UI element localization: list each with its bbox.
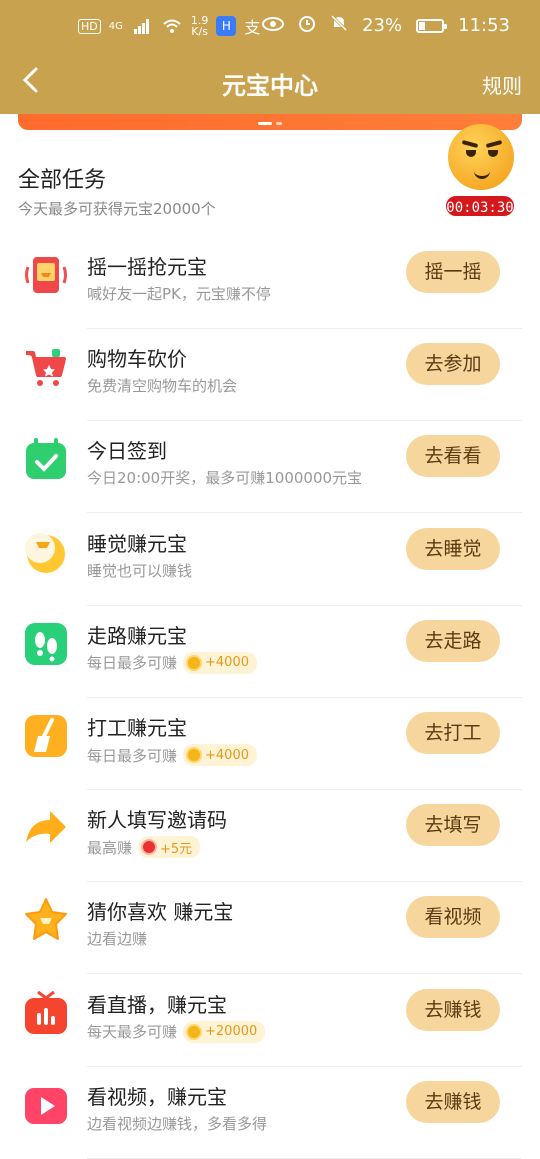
reward-amount: +4000	[205, 747, 249, 763]
reward-amount: +4000	[205, 655, 249, 671]
status-bar: HD 4G 1.9 K/s H 支 23% 11:53	[0, 0, 540, 52]
task-action-button[interactable]: 摇一摇	[406, 251, 500, 293]
task-row: 猜你喜欢 赚元宝边看边赚 看视频	[0, 882, 540, 975]
share-arrow-icon	[22, 804, 70, 852]
moon-icon	[22, 528, 70, 576]
reward-amount: +5元	[160, 841, 193, 857]
top-bar: 元宝中心 规则	[0, 52, 540, 114]
coin-icon	[186, 747, 203, 763]
task-name: 摇一摇抢元宝	[87, 255, 207, 279]
task-action-button[interactable]: 去赚钱	[406, 1080, 500, 1123]
mute-icon	[330, 14, 348, 37]
task-name: 睡觉赚元宝	[87, 531, 187, 556]
task-description-text: 每日最多可赚	[87, 746, 178, 765]
coin-icon	[186, 654, 203, 671]
eye-icon	[262, 15, 285, 36]
rules-link[interactable]: 规则	[482, 70, 522, 99]
video-play-icon	[22, 1081, 70, 1129]
task-description-text: 免费清空购物车的机会	[87, 377, 238, 396]
wifi-icon	[161, 15, 183, 37]
task-action-button[interactable]: 去走路	[406, 619, 500, 662]
tasks-subtitle: 今天最多可获得元宝20000个	[18, 200, 216, 218]
task-name: 今日签到	[87, 439, 167, 464]
tasks-title: 全部任务	[18, 168, 107, 193]
hd-indicator: HD	[78, 18, 101, 34]
task-action-button[interactable]: 看视频	[406, 896, 500, 939]
task-name: 走路赚元宝	[87, 623, 187, 648]
task-action-button[interactable]: 去看看	[406, 435, 500, 478]
reward-badge: +4000	[183, 651, 257, 674]
reward-amount: +20000	[205, 1024, 258, 1040]
smirk-emoji-icon	[448, 124, 514, 190]
task-description-text: 睡觉也可以赚钱	[87, 561, 193, 580]
footprints-icon	[22, 620, 70, 668]
network-speed: 1.9 K/s	[191, 15, 209, 37]
task-row: 购物车砍价免费清空购物车的机会 去参加	[0, 329, 540, 422]
task-row: 摇一摇抢元宝喊好友一起PK，元宝赚不停 摇一摇	[0, 237, 540, 329]
clock: 11:53	[458, 15, 510, 36]
star-icon	[22, 896, 70, 944]
task-description: 喊好友一起PK，元宝赚不停	[87, 283, 271, 304]
reward-badge: +5元	[138, 836, 201, 859]
task-row: 走路赚元宝每日最多可赚 +4000 去走路	[0, 606, 540, 698]
battery-icon	[416, 18, 448, 33]
task-description: 每天最多可赚 +20000	[87, 1020, 266, 1043]
task-description-text: 每天最多可赚	[87, 1023, 178, 1042]
task-description: 每日最多可赚 +4000	[87, 651, 257, 674]
task-description-text: 喊好友一起PK，元宝赚不停	[87, 285, 271, 303]
task-description: 今日20:00开奖，最多可赚1000000元宝	[87, 467, 362, 488]
live-tv-icon	[22, 989, 70, 1037]
task-action-button[interactable]: 去赚钱	[406, 988, 500, 1031]
battery-percent: 23%	[362, 15, 403, 36]
alipay-icon: 支	[244, 18, 261, 37]
task-description: 边看边赚	[87, 928, 147, 949]
task-name: 猜你喜欢 赚元宝	[87, 900, 234, 925]
task-description-text: 最高赚	[87, 838, 133, 857]
task-row: 新人填写邀请码最高赚 +5元 去填写	[0, 790, 540, 883]
task-description: 睡觉也可以赚钱	[87, 560, 192, 581]
task-name: 打工赚元宝	[87, 716, 187, 740]
page-title: 元宝中心	[222, 72, 318, 100]
task-action-button[interactable]: 去填写	[406, 804, 500, 847]
task-name: 新人填写邀请码	[87, 808, 227, 833]
task-description-text: 边看边赚	[87, 930, 148, 949]
status-right: 23% 11:53	[262, 14, 510, 37]
task-name: 看直播，赚元宝	[87, 992, 227, 1017]
app-notification-icon: H	[216, 16, 237, 36]
reward-badge: +4000	[183, 744, 257, 766]
reward-badge: +20000	[183, 1020, 266, 1043]
broom-icon	[22, 712, 70, 760]
task-description: 边看视频边赚钱，多看多得	[87, 1113, 267, 1134]
network-type: 4G	[108, 20, 123, 32]
task-name: 购物车砍价	[87, 347, 187, 372]
signal-icon	[131, 15, 153, 37]
floating-timer-badge[interactable]: 00:03:30	[442, 122, 520, 220]
task-row: 看直播，赚元宝每天最多可赚 +20000 去赚钱	[0, 975, 540, 1067]
task-row: 睡觉赚元宝睡觉也可以赚钱 去睡觉	[0, 514, 540, 606]
task-description-text: 边看视频边赚钱，多看多得	[87, 1114, 268, 1133]
task-description: 免费清空购物车的机会	[87, 375, 237, 396]
task-description: 最高赚 +5元	[87, 836, 201, 859]
task-row: 打工赚元宝每日最多可赚 +4000 去打工	[0, 698, 540, 790]
coin-icon	[186, 1023, 203, 1040]
task-row: 看视频，赚元宝边看视频边赚钱，多看多得 去赚钱	[0, 1067, 540, 1159]
countdown-timer: 00:03:30	[444, 194, 516, 218]
status-left: HD 4G 1.9 K/s H 支	[78, 14, 260, 38]
task-description: 每日最多可赚 +4000	[87, 744, 257, 766]
banner-indicator-active	[258, 122, 272, 125]
task-description-text: 每日最多可赚	[87, 654, 178, 673]
task-action-button[interactable]: 去参加	[406, 343, 500, 386]
alarm-icon	[298, 14, 316, 37]
task-description-text: 今日20:00开奖，最多可赚1000000元宝	[87, 469, 363, 488]
task-action-button[interactable]: 去打工	[406, 712, 500, 754]
banner-indicator	[276, 122, 282, 125]
calendar-check-icon	[22, 435, 70, 483]
shake-phone-icon	[22, 251, 70, 299]
task-action-button[interactable]: 去睡觉	[406, 527, 500, 570]
red-envelope-icon	[141, 839, 158, 856]
task-name: 看视频，赚元宝	[87, 1084, 227, 1109]
cart-icon	[22, 343, 70, 391]
task-row: 今日签到今日20:00开奖，最多可赚1000000元宝 去看看	[0, 421, 540, 514]
speed-unit: K/s	[191, 25, 208, 38]
